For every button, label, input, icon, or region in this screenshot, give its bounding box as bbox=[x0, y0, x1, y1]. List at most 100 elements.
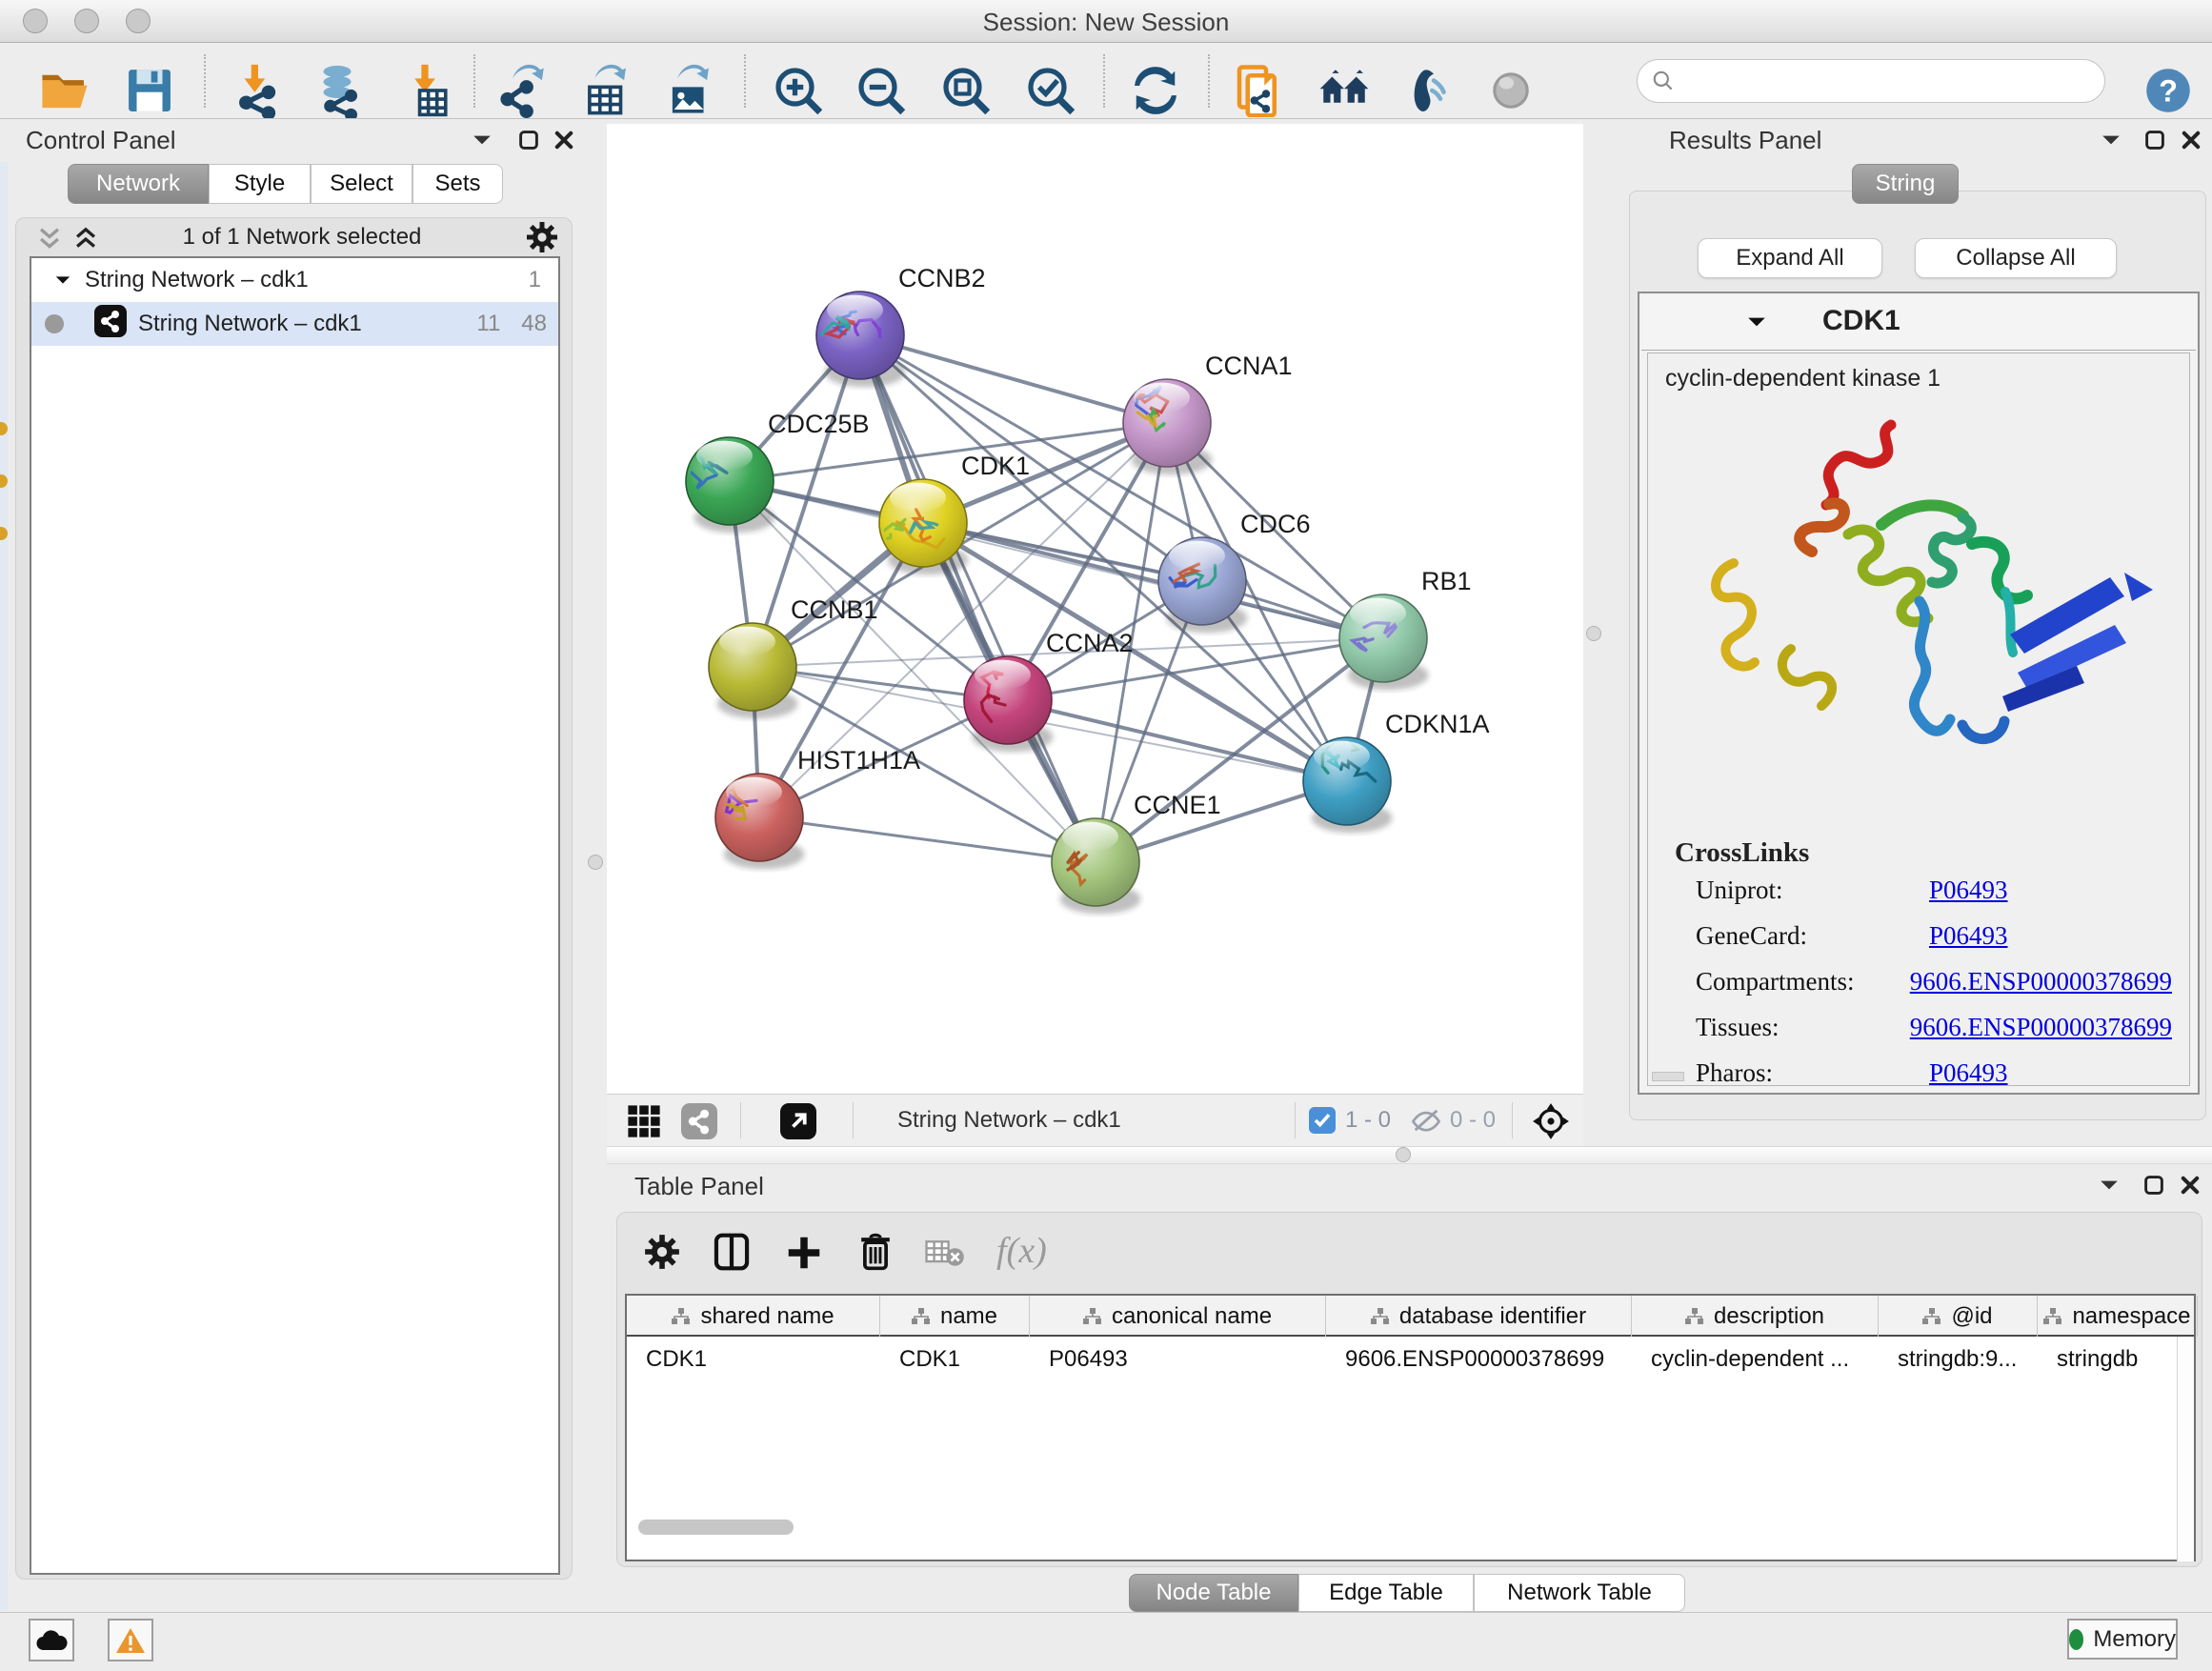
collapse-all-networks-icon[interactable] bbox=[37, 226, 62, 257]
refresh-icon[interactable] bbox=[1122, 57, 1189, 124]
table-row[interactable]: CDK1CDK1P064939606.ENSP00000378699cyclin… bbox=[627, 1337, 2194, 1381]
panel-float-icon[interactable] bbox=[2142, 1174, 2165, 1201]
tab-sets[interactable]: Sets bbox=[412, 164, 503, 204]
table-cell[interactable]: stringdb:9... bbox=[1879, 1337, 2038, 1381]
table-hscrollbar[interactable] bbox=[638, 1520, 794, 1535]
open-session-icon[interactable] bbox=[31, 57, 98, 124]
string-network-graph[interactable]: CCNB2CCNA1CDC25BCDK1CDC6RB1CCNB1CCNA2CDK… bbox=[607, 124, 1583, 1094]
selected-checkbox-icon[interactable] bbox=[1309, 1107, 1336, 1138]
center-view-icon[interactable] bbox=[1531, 1101, 1571, 1146]
crosslink-link[interactable]: P06493 bbox=[1929, 1058, 2008, 1088]
tab-edge-table[interactable]: Edge Table bbox=[1298, 1574, 1474, 1612]
table-cell[interactable]: 9606.ENSP00000378699 bbox=[1326, 1337, 1632, 1381]
network-canvas[interactable]: CCNB2CCNA1CDC25BCDK1CDC6RB1CCNB1CCNA2CDK… bbox=[607, 124, 1583, 1094]
edge-HIST1H1A-CCNE1[interactable] bbox=[759, 817, 1096, 862]
panel-float-icon[interactable] bbox=[2143, 129, 2166, 156]
section-collapse-icon[interactable] bbox=[1746, 314, 1767, 334]
network-node-count: 11 bbox=[476, 311, 500, 337]
save-session-icon[interactable] bbox=[116, 57, 183, 124]
node-CCNB2[interactable]: CCNB2 bbox=[816, 264, 986, 387]
network-collection-row[interactable]: String Network – cdk1 1 bbox=[31, 258, 558, 302]
export-image-icon[interactable] bbox=[656, 57, 723, 124]
panel-float-icon[interactable] bbox=[517, 129, 540, 156]
edge-CCNB2-CCNE1[interactable] bbox=[860, 335, 1096, 862]
table-cell[interactable]: stringdb bbox=[2038, 1337, 2198, 1381]
crosslink-link[interactable]: P06493 bbox=[1929, 876, 2008, 905]
node-CCNE1[interactable]: CCNE1 bbox=[1052, 791, 1221, 914]
toggle-graphics-details-icon[interactable] bbox=[1394, 57, 1460, 124]
panel-close-icon[interactable] bbox=[2180, 129, 2202, 156]
table-cell[interactable]: CDK1 bbox=[627, 1337, 880, 1381]
open-in-window-icon[interactable] bbox=[780, 1103, 816, 1144]
string-overlay-icon[interactable] bbox=[681, 1103, 717, 1144]
horizontal-splitter-handle[interactable] bbox=[1396, 1147, 1411, 1162]
node-label-HIST1H1A: HIST1H1A bbox=[797, 746, 920, 775]
cloud-button[interactable] bbox=[29, 1619, 74, 1661]
crosslink-link[interactable]: 9606.ENSP00000378699 bbox=[1910, 967, 2172, 997]
panel-close-icon[interactable] bbox=[553, 129, 575, 156]
node-RB1[interactable]: RB1 bbox=[1339, 567, 1472, 690]
import-table-icon[interactable] bbox=[392, 57, 458, 124]
node-CCNB1[interactable]: CCNB1 bbox=[709, 595, 878, 718]
node-CDK1[interactable]: CDK1 bbox=[879, 452, 1030, 574]
search-input[interactable] bbox=[1676, 68, 2076, 94]
zoom-out-icon[interactable] bbox=[848, 57, 915, 124]
column-header-namespace[interactable]: namespace bbox=[2038, 1296, 2198, 1337]
memory-button[interactable]: Memory bbox=[2067, 1619, 2178, 1660]
import-network-file-icon[interactable] bbox=[225, 57, 292, 124]
import-network-database-icon[interactable] bbox=[304, 57, 371, 124]
results-hscrollbar[interactable] bbox=[1652, 1072, 1684, 1081]
zoom-selected-icon[interactable] bbox=[1017, 57, 1084, 124]
expand-all-networks-icon[interactable] bbox=[73, 226, 98, 257]
node-CDKN1A[interactable]: CDKN1A bbox=[1303, 710, 1490, 833]
warning-button[interactable] bbox=[108, 1619, 153, 1661]
expand-all-button[interactable]: Expand All bbox=[1698, 238, 1882, 278]
help-icon[interactable]: ? bbox=[2135, 57, 2202, 124]
crosslink-link[interactable]: 9606.ENSP00000378699 bbox=[1910, 1013, 2172, 1042]
collapse-all-button[interactable]: Collapse All bbox=[1915, 238, 2117, 278]
node-HIST1H1A[interactable]: HIST1H1A bbox=[709, 746, 920, 869]
zoom-in-icon[interactable] bbox=[765, 57, 832, 124]
tab-style[interactable]: Style bbox=[209, 164, 311, 204]
export-network-icon[interactable] bbox=[490, 57, 556, 124]
table-cell[interactable]: CDK1 bbox=[880, 1337, 1030, 1381]
tree-expand-icon[interactable] bbox=[54, 267, 71, 293]
table-gear-icon[interactable] bbox=[644, 1234, 680, 1275]
node-CCNA1[interactable]: CCNA1 bbox=[1123, 352, 1293, 474]
table-cell[interactable]: cyclin-dependent ... bbox=[1632, 1337, 1879, 1381]
crosslink-link[interactable]: P06493 bbox=[1929, 921, 2008, 951]
zoom-fit-icon[interactable] bbox=[933, 57, 999, 124]
gene-section-header[interactable]: CDK1 bbox=[1641, 295, 2196, 351]
right-splitter-handle[interactable] bbox=[1586, 626, 1601, 641]
column-header-database-identifier[interactable]: database identifier bbox=[1326, 1296, 1632, 1337]
memory-label: Memory bbox=[2093, 1626, 2176, 1653]
tab-select[interactable]: Select bbox=[311, 164, 412, 204]
column-header-canonical-name[interactable]: canonical name bbox=[1030, 1296, 1326, 1337]
table-vscrollbar[interactable] bbox=[2177, 1337, 2194, 1561]
tab-node-table[interactable]: Node Table bbox=[1129, 1574, 1298, 1612]
search-field[interactable] bbox=[1637, 59, 2105, 103]
column-header-name[interactable]: name bbox=[880, 1296, 1030, 1337]
network-options-gear-icon[interactable] bbox=[526, 221, 558, 258]
tab-network-table[interactable]: Network Table bbox=[1474, 1574, 1685, 1612]
panel-collapse-icon[interactable] bbox=[472, 132, 493, 152]
delete-column-icon[interactable] bbox=[857, 1232, 894, 1277]
table-cell[interactable]: P06493 bbox=[1030, 1337, 1326, 1381]
show-columns-icon[interactable] bbox=[713, 1232, 751, 1277]
crosslink-row: Pharos:P06493 bbox=[1696, 1058, 2172, 1088]
add-column-icon[interactable] bbox=[785, 1234, 823, 1277]
panel-collapse-icon[interactable] bbox=[2101, 132, 2122, 152]
network-row[interactable]: String Network – cdk1 11 48 bbox=[31, 302, 558, 346]
column-header-@id[interactable]: @id bbox=[1879, 1296, 2038, 1337]
open-panels-icon[interactable] bbox=[1226, 57, 1293, 124]
tab-network[interactable]: Network bbox=[68, 164, 209, 204]
left-splitter-handle[interactable] bbox=[588, 855, 603, 870]
column-header-description[interactable]: description bbox=[1632, 1296, 1879, 1337]
panel-collapse-icon[interactable] bbox=[2099, 1178, 2120, 1198]
export-table-icon[interactable] bbox=[573, 57, 640, 124]
tab-string[interactable]: String bbox=[1852, 164, 1959, 204]
show-all-networks-icon[interactable] bbox=[1311, 57, 1377, 124]
panel-close-icon[interactable] bbox=[2179, 1174, 2202, 1201]
birds-eye-view-icon[interactable] bbox=[626, 1103, 662, 1144]
column-header-shared-name[interactable]: shared name bbox=[627, 1296, 880, 1337]
